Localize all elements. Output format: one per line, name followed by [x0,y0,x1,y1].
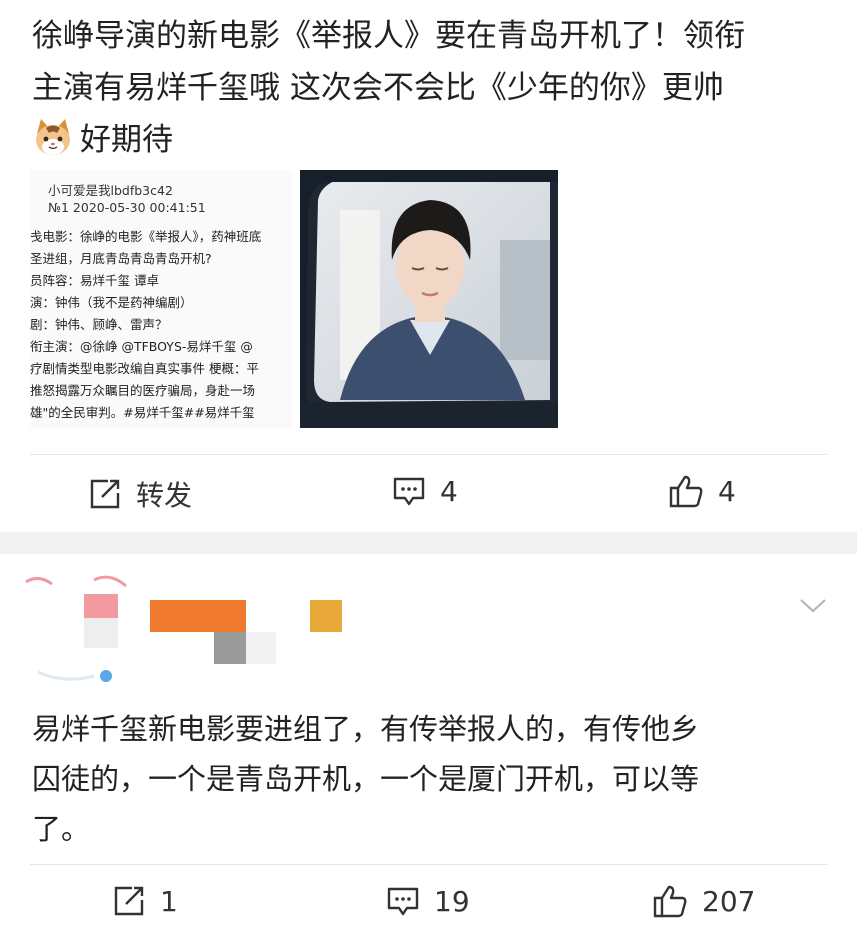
screenshot-line: 衔主演：@徐峥 @TFBOYS-易烊千玺 @ [30,339,253,354]
post-text-line-end: 好期待 [80,122,173,158]
comment-text: 易烊千玺新电影要进组了，有传举报人的，有传他乡 囚徒的，一个是青岛开机，一个是厦… [32,704,832,854]
badge-mosaic [310,600,342,632]
comment-text-line: 易烊千玺新电影要进组了，有传举报人的，有传他乡 [32,712,700,746]
repost-icon [90,479,120,509]
comment-card: 易烊千玺新电影要进组了，有传举报人的，有传他乡 囚徒的，一个是青岛开机，一个是厦… [0,554,857,943]
weibo-post: 徐峥导演的新电影《举报人》要在青岛开机了！领衔 主演有易烊千玺哦 这次会不会比《… [0,0,857,530]
screenshot-username: 小可爱是我lbdfb3c42 [48,183,173,198]
post-text-line: 好期待 [32,114,832,166]
post-text-line: 主演有易烊千玺哦 这次会不会比《少年的你》更帅 [32,70,724,106]
avatar-censored[interactable] [24,572,134,682]
comment-icon [387,887,419,916]
screenshot-line: 演：钟伟（我不是药神编剧） [30,295,193,310]
more-options-button[interactable] [799,598,827,618]
repost-label: 转发 [136,479,193,512]
post-image-screenshot[interactable]: 小可爱是我lbdfb3c42 №1 2020-05-30 00:41:51 戋电… [30,170,292,428]
username-mosaic[interactable] [150,600,246,632]
comment-icon [393,477,425,506]
divider [30,454,827,455]
comment-reply-count: 19 [434,884,470,918]
screenshot-line: 圣进组，月底青岛青岛青岛开机? [30,251,212,266]
username-mosaic-light [246,632,276,664]
car-portrait-illustration [300,170,558,428]
like-button[interactable]: 4 [668,474,736,508]
section-separator [0,532,857,554]
comment-repost-count: 1 [160,884,178,918]
like-count: 4 [718,474,736,508]
chevron-down-icon [800,599,826,613]
post-text-line: 徐峥导演的新电影《举报人》要在青岛开机了！领衔 [32,18,745,54]
screenshot-line: 员阵容：易烊千玺 谭卓 [30,273,159,288]
divider [30,864,827,865]
screenshot-line: 疗剧情类型电影改编自真实事件 梗概：平 [30,361,259,376]
screenshot-line: 戋电影：徐峥的电影《举报人》，药神班底 [30,229,262,244]
screenshot-line: 剧：钟伟、顾峥、雷声？ [30,317,168,332]
avatar-mosaic [25,575,127,682]
comment-repost-button[interactable]: 1 [112,884,178,918]
cat-face-icon [32,116,74,158]
comment-text-line: 了。 [32,812,91,846]
comment-text-line: 囚徒的，一个是青岛开机，一个是厦门开机，可以等 [32,762,700,796]
comment-count: 4 [440,474,458,508]
post-text: 徐峥导演的新电影《举报人》要在青岛开机了！领衔 主演有易烊千玺哦 这次会不会比《… [32,10,832,166]
comment-like-count: 207 [702,884,756,918]
screenshot-meta: №1 2020-05-30 00:41:51 [48,200,206,215]
repost-button[interactable]: 转发 [88,474,192,514]
username-mosaic-gray [214,632,246,664]
screenshot-line: 雄"的全民审判。#易烊千玺##易烊千玺 [30,405,255,420]
comment-button[interactable]: 4 [392,474,458,508]
comment-like-button[interactable]: 207 [652,884,755,918]
post-image-photo[interactable] [300,170,558,428]
thumbs-up-icon [669,475,703,508]
thumbs-up-icon [653,885,687,918]
repost-icon [114,886,144,916]
comment-reply-button[interactable]: 19 [386,884,470,918]
screenshot-line: 推怒揭露万众瞩目的医疗骗局，身赴一场 [30,383,256,398]
